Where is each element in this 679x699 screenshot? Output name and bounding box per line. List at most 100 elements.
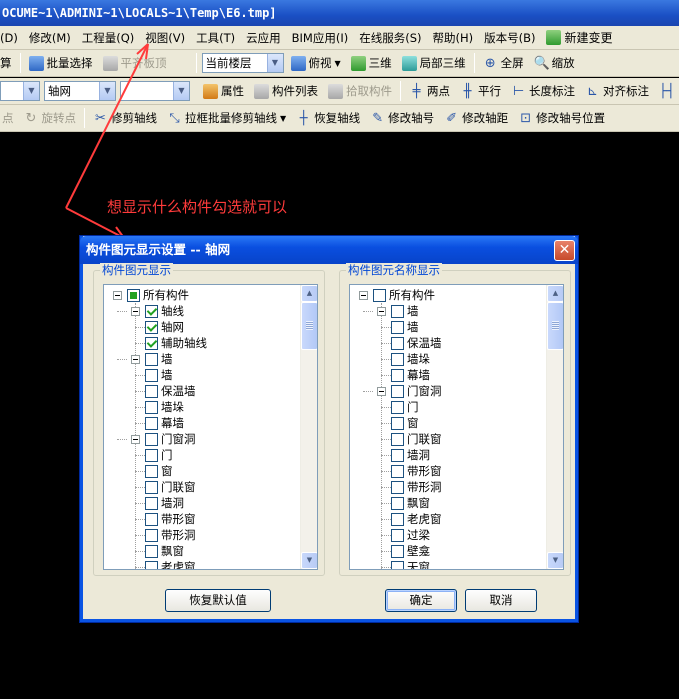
tree-item[interactable]: 门 xyxy=(145,447,173,463)
tree-item[interactable]: 墙垛 xyxy=(145,399,184,415)
tree-item[interactable]: 轴网 xyxy=(145,319,184,335)
tree-item-checkbox[interactable] xyxy=(391,448,404,462)
tree-item-checkbox[interactable] xyxy=(373,288,386,302)
tree-item[interactable]: 幕墙 xyxy=(145,415,184,431)
element-display-scrollbar[interactable]: ▲ ▼ xyxy=(300,285,317,569)
tree-item-checkbox[interactable] xyxy=(391,416,404,430)
tree-item-checkbox[interactable] xyxy=(391,544,404,558)
tree-item[interactable]: 带形窗 xyxy=(145,511,196,527)
tree-item[interactable]: 壁龛 xyxy=(391,543,430,559)
tree-item-checkbox[interactable] xyxy=(145,448,158,462)
tree-item-label: 带形窗 xyxy=(161,512,196,526)
tree-item[interactable]: 窗 xyxy=(391,415,419,431)
tree-item[interactable]: 辅助轴线 xyxy=(145,335,207,351)
tree-item[interactable]: 老虎窗 xyxy=(391,511,442,527)
tree-item-checkbox[interactable] xyxy=(145,560,158,569)
tree-item[interactable]: 墙洞 xyxy=(145,495,184,511)
tree-item[interactable]: 飘窗 xyxy=(391,495,430,511)
collapse-icon[interactable] xyxy=(377,306,386,316)
tree-item[interactable]: 飘窗 xyxy=(145,543,184,559)
tree-item[interactable]: 带形窗 xyxy=(391,463,442,479)
close-icon[interactable]: ✕ xyxy=(554,240,575,261)
tree-item[interactable]: 过梁 xyxy=(391,527,430,543)
tree-item-checkbox[interactable] xyxy=(145,368,158,382)
tree-item[interactable]: 带形洞 xyxy=(391,479,442,495)
tree-item-checkbox[interactable] xyxy=(145,480,158,494)
scroll-down-icon[interactable]: ▼ xyxy=(547,552,563,569)
tree-item-checkbox[interactable] xyxy=(391,304,404,318)
tree-item-checkbox[interactable] xyxy=(145,464,158,478)
tree-item[interactable]: 门联窗 xyxy=(391,431,442,447)
tree-guide-line xyxy=(117,439,127,440)
element-display-tree[interactable]: 所有构件 轴线 轴网 辅助轴线墙墙保温墙 墙垛 幕墙 门窗洞门窗门联窗 墙洞 带形窗 带形洞 飘窗老… xyxy=(103,284,318,570)
tree-item[interactable]: 带形洞 xyxy=(145,527,196,543)
tree-item-checkbox[interactable] xyxy=(391,400,404,414)
scroll-up-icon[interactable]: ▲ xyxy=(547,285,563,302)
scroll-thumb[interactable] xyxy=(547,302,563,350)
tree-guide-line xyxy=(363,311,373,312)
tree-item-checkbox[interactable] xyxy=(391,480,404,494)
tree-item[interactable]: 窗 xyxy=(145,463,173,479)
tree-item-checkbox[interactable] xyxy=(145,432,158,446)
name-display-scrollbar[interactable]: ▲ ▼ xyxy=(546,285,563,569)
tree-item[interactable]: 所有构件 xyxy=(359,287,435,303)
tree-item-checkbox[interactable] xyxy=(391,352,404,366)
collapse-icon[interactable] xyxy=(131,434,140,444)
tree-item[interactable]: 保温墙 xyxy=(391,335,442,351)
tree-item[interactable]: 门窗洞 xyxy=(377,383,442,399)
tree-item[interactable]: 墙垛 xyxy=(391,351,430,367)
tree-item-checkbox[interactable] xyxy=(145,512,158,526)
tree-item-checkbox[interactable] xyxy=(145,400,158,414)
tree-item-checkbox[interactable] xyxy=(145,336,158,350)
ok-button[interactable]: 确定 xyxy=(385,589,457,612)
tree-item[interactable]: 墙 xyxy=(377,303,419,319)
tree-item-checkbox[interactable] xyxy=(391,336,404,350)
scroll-up-icon[interactable]: ▲ xyxy=(301,285,317,302)
tree-item-label: 所有构件 xyxy=(143,288,189,302)
tree-item-label: 带形洞 xyxy=(161,528,196,542)
tree-item-checkbox[interactable] xyxy=(391,464,404,478)
name-display-tree[interactable]: 所有构件墙墙保温墙 墙垛 幕墙 门窗洞门窗门联窗 墙洞 带形窗 带形洞 飘窗 老虎窗 过梁 壁龛 天窗… xyxy=(349,284,564,570)
tree-item-checkbox[interactable] xyxy=(145,544,158,558)
cancel-button[interactable]: 取消 xyxy=(465,589,537,612)
tree-item-checkbox[interactable] xyxy=(391,320,404,334)
collapse-icon[interactable] xyxy=(131,306,140,316)
tree-item-label: 老虎窗 xyxy=(407,512,442,526)
tree-item[interactable]: 所有构件 xyxy=(113,287,189,303)
tree-item-checkbox[interactable] xyxy=(127,288,140,302)
dialog-titlebar[interactable]: 构件图元显示设置 -- 轴网 ✕ xyxy=(80,236,578,264)
tree-item-checkbox[interactable] xyxy=(145,320,158,334)
scroll-down-icon[interactable]: ▼ xyxy=(301,552,317,569)
tree-item[interactable]: 门 xyxy=(391,399,419,415)
tree-item-checkbox[interactable] xyxy=(391,560,404,569)
tree-item-checkbox[interactable] xyxy=(145,416,158,430)
tree-item[interactable]: 天窗 xyxy=(391,559,430,569)
restore-default-button[interactable]: 恢复默认值 xyxy=(165,589,271,612)
tree-item-checkbox[interactable] xyxy=(391,528,404,542)
tree-item[interactable]: 轴线 xyxy=(131,303,184,319)
collapse-icon[interactable] xyxy=(359,290,368,300)
tree-item[interactable]: 墙 xyxy=(145,367,173,383)
tree-item[interactable]: 幕墙 xyxy=(391,367,430,383)
scroll-thumb[interactable] xyxy=(301,302,317,350)
tree-item-checkbox[interactable] xyxy=(391,512,404,526)
tree-item[interactable]: 保温墙 xyxy=(145,383,196,399)
tree-item[interactable]: 墙 xyxy=(131,351,173,367)
tree-item-checkbox[interactable] xyxy=(145,496,158,510)
collapse-icon[interactable] xyxy=(113,290,122,300)
tree-item[interactable]: 墙 xyxy=(391,319,419,335)
tree-item[interactable]: 墙洞 xyxy=(391,447,430,463)
tree-item-checkbox[interactable] xyxy=(145,384,158,398)
collapse-icon[interactable] xyxy=(131,354,140,364)
tree-item-checkbox[interactable] xyxy=(391,496,404,510)
tree-item-checkbox[interactable] xyxy=(145,304,158,318)
tree-item-checkbox[interactable] xyxy=(145,352,158,366)
tree-item-checkbox[interactable] xyxy=(391,384,404,398)
tree-item[interactable]: 门窗洞 xyxy=(131,431,196,447)
tree-item-checkbox[interactable] xyxy=(391,368,404,382)
tree-item-checkbox[interactable] xyxy=(145,528,158,542)
tree-item[interactable]: 门联窗 xyxy=(145,479,196,495)
collapse-icon[interactable] xyxy=(377,386,386,396)
tree-item-checkbox[interactable] xyxy=(391,432,404,446)
tree-item[interactable]: 老虎窗 xyxy=(145,559,196,569)
